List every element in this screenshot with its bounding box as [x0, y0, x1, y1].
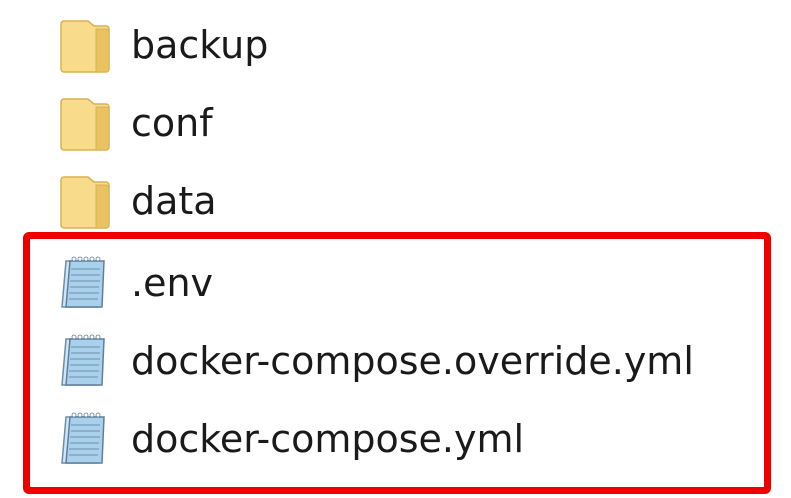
folder-item-conf[interactable]: conf	[58, 88, 213, 158]
folder-icon	[58, 15, 112, 75]
item-name: conf	[131, 101, 213, 145]
item-name: docker-compose.override.yml	[131, 339, 694, 383]
text-file-icon	[58, 331, 112, 391]
text-file-icon	[58, 409, 112, 469]
text-file-icon	[58, 253, 112, 313]
folder-icon	[58, 171, 112, 231]
item-name: .env	[131, 261, 214, 305]
file-item-docker-compose-override[interactable]: docker-compose.override.yml	[58, 326, 694, 396]
folder-icon	[58, 93, 112, 153]
item-name: docker-compose.yml	[131, 417, 525, 461]
file-list: backup conf data .env docker-compose.ove…	[0, 0, 791, 498]
item-name: data	[131, 179, 217, 223]
folder-item-data[interactable]: data	[58, 166, 217, 236]
item-name: backup	[131, 23, 269, 67]
folder-item-backup[interactable]: backup	[58, 10, 268, 80]
file-item-docker-compose[interactable]: docker-compose.yml	[58, 404, 524, 474]
file-item-env[interactable]: .env	[58, 248, 213, 318]
